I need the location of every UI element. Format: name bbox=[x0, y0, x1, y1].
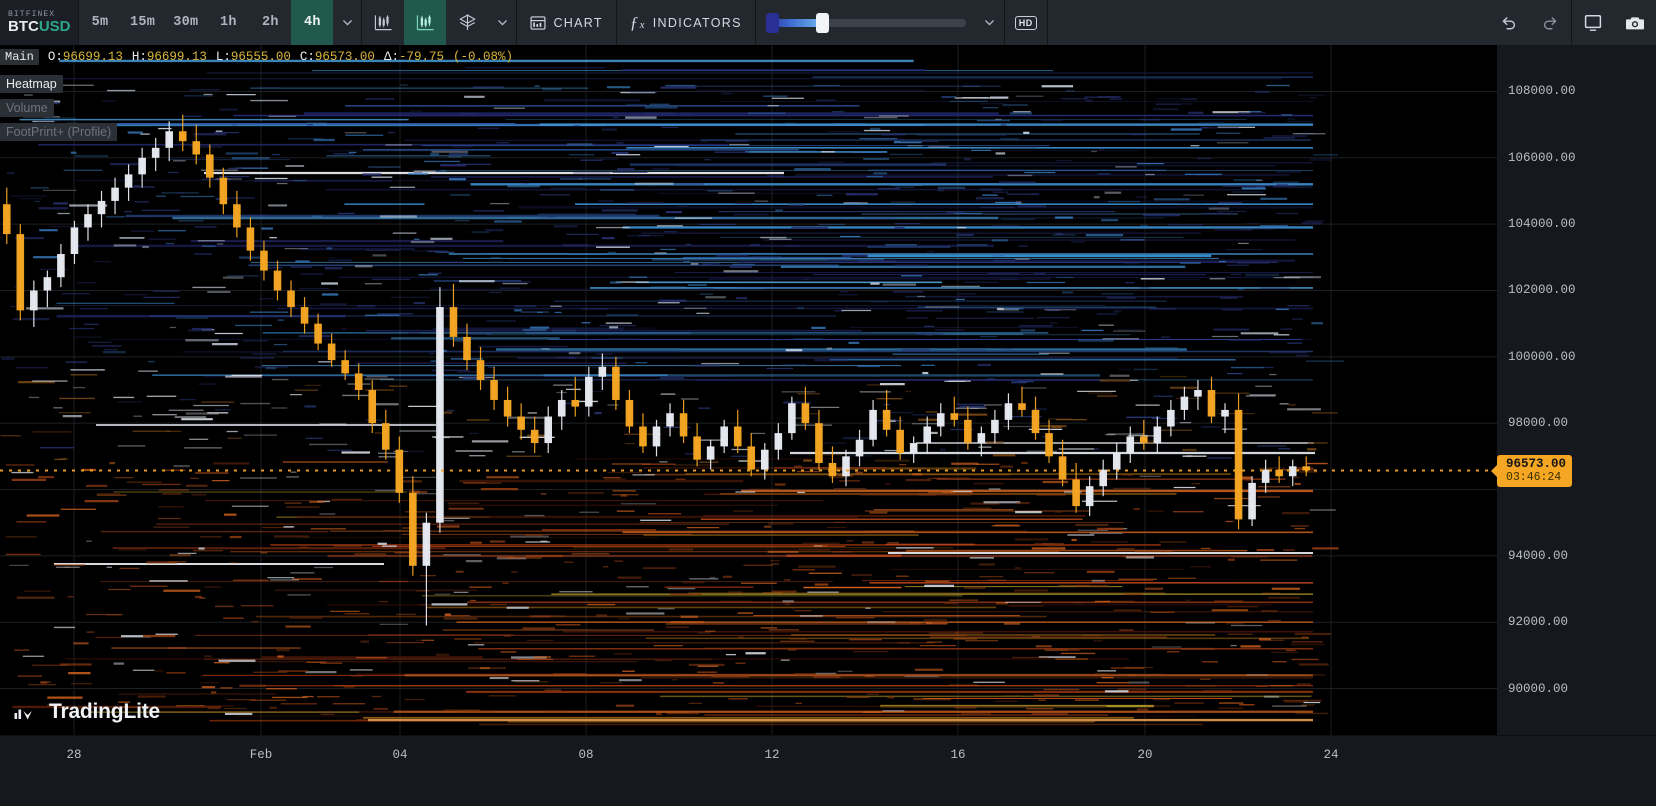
chart-canvas-area[interactable] bbox=[0, 45, 1497, 735]
timeframe-1h[interactable]: 1h bbox=[207, 0, 249, 45]
pair-base: BTC bbox=[8, 18, 39, 35]
slider-dropdown-button[interactable] bbox=[976, 0, 1004, 45]
price-tick-94000: 94000.00 bbox=[1508, 549, 1568, 563]
hd-badge-label: HD bbox=[1015, 16, 1037, 30]
time-tick-16: 16 bbox=[950, 748, 965, 762]
price-tick-102000: 102000.00 bbox=[1508, 283, 1576, 297]
ohlc-high-key: H: bbox=[132, 50, 147, 64]
timeframe-30m[interactable]: 30m bbox=[164, 0, 207, 45]
indicator-legend: Heatmap Volume FootPrint+ (Profile) bbox=[0, 72, 117, 144]
time-tick-08: 08 bbox=[578, 748, 593, 762]
price-tick-104000: 104000.00 bbox=[1508, 217, 1576, 231]
heatmap-layers-icon[interactable] bbox=[446, 0, 488, 45]
fx-icon: ƒx bbox=[630, 13, 646, 33]
time-tick-04: 04 bbox=[392, 748, 407, 762]
undo-button[interactable] bbox=[1487, 0, 1529, 45]
ohlc-close-value: 96573.00 bbox=[315, 50, 375, 64]
legend-item-heatmap[interactable]: Heatmap bbox=[0, 75, 63, 93]
chart-plot bbox=[0, 45, 1497, 735]
screenshot-button[interactable] bbox=[1614, 0, 1656, 45]
current-price-value: 96573.00 bbox=[1506, 457, 1566, 471]
redo-icon bbox=[1541, 13, 1560, 32]
legend-row-heatmap[interactable]: Heatmap bbox=[0, 72, 117, 96]
toolbar-spacer bbox=[1048, 0, 1487, 45]
price-tick-92000: 92000.00 bbox=[1508, 615, 1568, 629]
time-tick-28: 28 bbox=[66, 748, 81, 762]
price-tag-notch bbox=[1491, 464, 1498, 478]
timeframe-dropdown-button[interactable] bbox=[333, 0, 361, 45]
ohlc-close: C:96573.00 bbox=[300, 50, 375, 64]
heatmap-intensity-slider[interactable] bbox=[756, 0, 976, 45]
price-tick-90000: 90000.00 bbox=[1508, 682, 1568, 696]
fullscreen-button[interactable] bbox=[1572, 0, 1614, 45]
ohlc-open-value: 96699.13 bbox=[63, 50, 123, 64]
bar-chart-type-icon[interactable] bbox=[362, 0, 404, 45]
ohlc-delta-value: -79.75 bbox=[399, 50, 444, 64]
ohlc-high: H:96699.13 bbox=[132, 50, 207, 64]
time-tick-Feb: Feb bbox=[250, 748, 273, 762]
monitor-icon bbox=[1583, 13, 1603, 33]
pair-quote: USD bbox=[39, 18, 71, 35]
price-tick-106000: 106000.00 bbox=[1508, 151, 1576, 165]
indicators-menu-label: INDICATORS bbox=[653, 16, 742, 30]
candlestick-chart-type-icon[interactable] bbox=[404, 0, 446, 45]
chart-menu-button[interactable]: CHART bbox=[517, 0, 615, 45]
slider-handle-right[interactable] bbox=[816, 13, 829, 33]
ohlc-low-key: L: bbox=[216, 50, 231, 64]
ohlc-delta-key: Δ: bbox=[384, 50, 399, 64]
calendar-chart-icon bbox=[530, 15, 546, 31]
ohlc-close-key: C: bbox=[300, 50, 315, 64]
slider-track[interactable] bbox=[766, 19, 966, 27]
candle-countdown: 03:46:24 bbox=[1506, 471, 1566, 484]
pair-label: BTCUSD bbox=[8, 19, 78, 35]
camera-icon bbox=[1625, 13, 1645, 33]
ohlc-delta-percent: (-0.08%) bbox=[453, 50, 513, 64]
ohlc-delta: Δ:-79.75 bbox=[384, 50, 444, 64]
timeframe-4h[interactable]: 4h bbox=[291, 0, 333, 45]
undo-icon bbox=[1499, 13, 1518, 32]
ohlc-open-key: O: bbox=[48, 50, 63, 64]
legend-item-volume[interactable]: Volume bbox=[0, 99, 54, 117]
series-name-chip[interactable]: Main bbox=[0, 49, 39, 65]
indicators-menu-button[interactable]: ƒx INDICATORS bbox=[617, 0, 755, 45]
ohlc-low-value: 96555.00 bbox=[231, 50, 291, 64]
price-axis[interactable]: 96573.00 03:46:24 108000.00 106000.00 1040… bbox=[1497, 45, 1656, 735]
price-tick-98000: 98000.00 bbox=[1508, 416, 1568, 430]
timeframe-2h[interactable]: 2h bbox=[249, 0, 291, 45]
ohlc-high-value: 96699.13 bbox=[147, 50, 207, 64]
time-axis[interactable]: 28 Feb 04 08 12 16 20 24 bbox=[0, 735, 1656, 806]
price-tick-100000: 100000.00 bbox=[1508, 350, 1576, 364]
ohlc-low: L:96555.00 bbox=[216, 50, 291, 64]
current-price-tag: 96573.00 03:46:24 bbox=[1497, 455, 1572, 487]
tradinglite-app: BITFINEX BTCUSD 5m 15m 30m 1h 2h 4h bbox=[0, 0, 1656, 806]
symbol-selector[interactable]: BITFINEX BTCUSD bbox=[0, 0, 78, 45]
redo-button[interactable] bbox=[1529, 0, 1571, 45]
hd-quality-button[interactable]: HD bbox=[1005, 0, 1047, 45]
legend-row-footprint[interactable]: FootPrint+ (Profile) bbox=[0, 120, 117, 144]
price-tick-108000: 108000.00 bbox=[1508, 84, 1576, 98]
timeframe-15m[interactable]: 15m bbox=[121, 0, 164, 45]
chart-menu-label: CHART bbox=[553, 16, 602, 30]
timeframe-5m[interactable]: 5m bbox=[79, 0, 121, 45]
ohlc-open: O:96699.13 bbox=[48, 50, 123, 64]
layers-dropdown-button[interactable] bbox=[488, 0, 516, 45]
ohlc-info-row: Main O:96699.13 H:96699.13 L:96555.00 C:… bbox=[0, 48, 513, 65]
time-tick-12: 12 bbox=[764, 748, 779, 762]
slider-handle-left[interactable] bbox=[766, 13, 779, 33]
time-tick-24: 24 bbox=[1323, 748, 1338, 762]
legend-row-volume[interactable]: Volume bbox=[0, 96, 117, 120]
legend-item-footprint[interactable]: FootPrint+ (Profile) bbox=[0, 123, 117, 141]
time-tick-20: 20 bbox=[1137, 748, 1152, 762]
top-toolbar: BITFINEX BTCUSD 5m 15m 30m 1h 2h 4h bbox=[0, 0, 1656, 45]
